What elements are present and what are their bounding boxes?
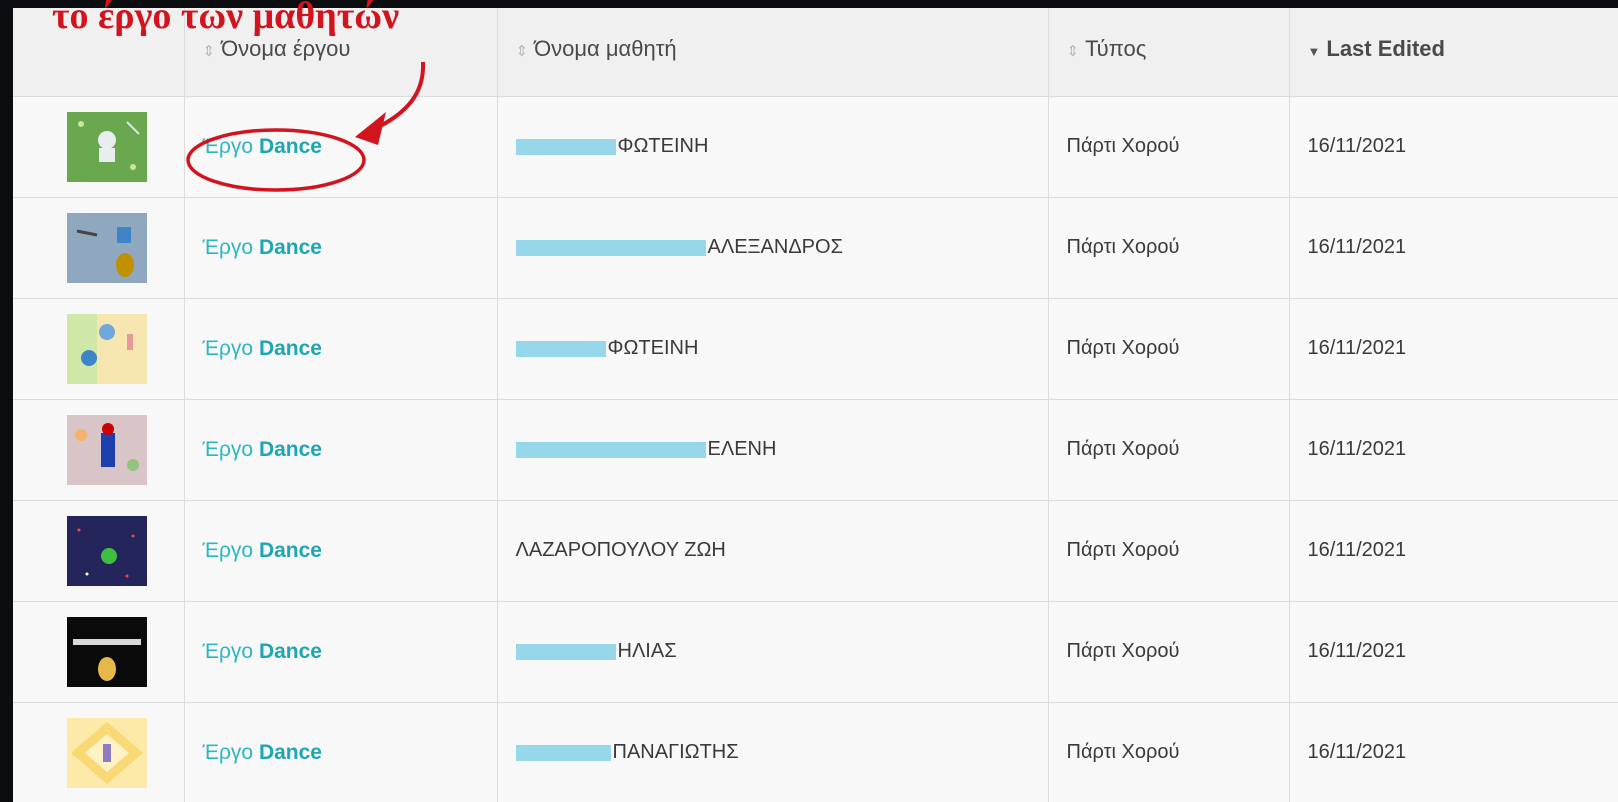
student-name-cell: ΛΑΖΑΡΟΠΟΥΛΟΥ ΖΩΗ bbox=[497, 500, 1049, 602]
thumbnail-cell[interactable] bbox=[13, 399, 185, 501]
student-name: ΗΛΙΑΣ bbox=[617, 640, 677, 662]
project-link-prefix: Έργο bbox=[202, 740, 254, 764]
last-edited-cell: 16/11/2021 bbox=[1289, 96, 1618, 198]
project-name-cell: Έργο Dance bbox=[184, 399, 498, 501]
project-thumbnail[interactable] bbox=[67, 313, 148, 384]
sort-icon: ⇕ bbox=[1066, 42, 1080, 60]
project-thumbnail[interactable] bbox=[67, 111, 148, 182]
student-name: ΑΛΕΞΑΝΔΡΟΣ bbox=[707, 236, 843, 258]
project-link-prefix: Έργο bbox=[202, 336, 254, 360]
projects-table: ⇕ Όνομα έργου ⇕ Όνομα μαθητή ⇕ Τύπος ▼ Last … bbox=[13, 8, 1618, 802]
project-link-suffix: Dance bbox=[258, 134, 322, 158]
last-edited-cell: 16/11/2021 bbox=[1289, 702, 1618, 802]
project-link[interactable]: Έργο Dance bbox=[203, 539, 322, 562]
thumbnail-cell[interactable] bbox=[13, 601, 185, 703]
student-name-column-header[interactable]: ⇕ Όνομα μαθητή bbox=[497, 8, 1049, 97]
type-header-label: Τύπος bbox=[1085, 35, 1147, 61]
annotation-text: το έργο των μαθητών bbox=[52, 0, 400, 37]
project-link[interactable]: Έργο Dance bbox=[203, 337, 322, 360]
redacted-name-block bbox=[515, 744, 611, 761]
sort-descending-icon: ▼ bbox=[1307, 43, 1321, 59]
table-row[interactable]: Έργο Dance ΦΩΤΕΙΝΗ Πάρτι Χορού 16/11/2021 bbox=[13, 96, 1618, 198]
student-name: ΛΑΖΑΡΟΠΟΥΛΟΥ ΖΩΗ bbox=[515, 539, 726, 561]
type-cell: Πάρτι Χορού bbox=[1048, 197, 1290, 299]
project-link[interactable]: Έργο Dance bbox=[203, 741, 322, 764]
student-name-cell: ΦΩΤΕΙΝΗ bbox=[497, 96, 1049, 198]
project-link-prefix: Έργο bbox=[202, 437, 254, 461]
type-cell: Πάρτι Χορού bbox=[1048, 399, 1290, 501]
thumbnail-cell[interactable] bbox=[13, 702, 185, 802]
sort-icon: ⇕ bbox=[515, 42, 529, 60]
last-edited-cell: 16/11/2021 bbox=[1289, 500, 1618, 602]
table-row[interactable]: Έργο Dance ΠΑΝΑΓΙΩΤΗΣ Πάρτι Χορού 16/11/202… bbox=[13, 702, 1618, 802]
type-cell: Πάρτι Χορού bbox=[1048, 601, 1290, 703]
thumbnail-cell[interactable] bbox=[13, 500, 185, 602]
thumbnail-cell[interactable] bbox=[13, 96, 185, 198]
redacted-name-block bbox=[515, 340, 606, 357]
redacted-name-block bbox=[515, 138, 616, 155]
redacted-name-block bbox=[515, 643, 616, 660]
project-name-cell: Έργο Dance bbox=[184, 500, 498, 602]
project-link-suffix: Dance bbox=[258, 740, 322, 764]
project-link-suffix: Dance bbox=[258, 336, 322, 360]
student-name: ΦΩΤΕΙΝΗ bbox=[617, 135, 709, 157]
student-name-cell: ΕΛΕΝΗ bbox=[497, 399, 1049, 501]
last-edited-cell: 16/11/2021 bbox=[1289, 601, 1618, 703]
project-link[interactable]: Έργο Dance bbox=[203, 135, 322, 158]
type-cell: Πάρτι Χορού bbox=[1048, 298, 1290, 400]
project-link-prefix: Έργο bbox=[202, 639, 254, 663]
project-link-suffix: Dance bbox=[258, 235, 322, 259]
project-thumbnail[interactable] bbox=[67, 616, 148, 687]
project-thumbnail[interactable] bbox=[67, 717, 148, 788]
project-name-header-label: Όνομα έργου bbox=[221, 35, 351, 61]
project-thumbnail[interactable] bbox=[67, 212, 148, 283]
type-column-header[interactable]: ⇕ Τύπος bbox=[1048, 8, 1290, 97]
thumbnail-cell[interactable] bbox=[13, 298, 185, 400]
project-name-cell: Έργο Dance bbox=[184, 96, 498, 198]
sort-icon: ⇕ bbox=[202, 42, 216, 60]
last-edited-column-header[interactable]: ▼ Last Edited bbox=[1289, 8, 1618, 97]
table-row[interactable]: Έργο Dance ΛΑΖΑΡΟΠΟΥΛΟΥ ΖΩΗ Πάρτι Χορού 16/… bbox=[13, 500, 1618, 602]
table-row[interactable]: Έργο Dance ΑΛΕΞΑΝΔΡΟΣ Πάρτι Χορού 16/11/202… bbox=[13, 197, 1618, 299]
student-name-cell: ΦΩΤΕΙΝΗ bbox=[497, 298, 1049, 400]
last-edited-header-label: Last Edited bbox=[1326, 35, 1445, 61]
last-edited-cell: 16/11/2021 bbox=[1289, 399, 1618, 501]
redacted-name-block bbox=[515, 441, 706, 458]
thumbnail-cell[interactable] bbox=[13, 197, 185, 299]
project-link-prefix: Έργο bbox=[202, 538, 254, 562]
student-name: ΦΩΤΕΙΝΗ bbox=[607, 337, 699, 359]
project-thumbnail[interactable] bbox=[67, 414, 148, 485]
project-link-prefix: Έργο bbox=[202, 235, 254, 259]
last-edited-cell: 16/11/2021 bbox=[1289, 298, 1618, 400]
project-link-suffix: Dance bbox=[258, 639, 322, 663]
student-name: ΕΛΕΝΗ bbox=[707, 438, 777, 460]
student-name-cell: ΗΛΙΑΣ bbox=[497, 601, 1049, 703]
table-row[interactable]: Έργο Dance ΗΛΙΑΣ Πάρτι Χορού 16/11/2021 bbox=[13, 601, 1618, 703]
type-cell: Πάρτι Χορού bbox=[1048, 702, 1290, 802]
student-name: ΠΑΝΑΓΙΩΤΗΣ bbox=[612, 741, 739, 763]
project-thumbnail[interactable] bbox=[67, 515, 148, 586]
project-link-prefix: Έργο bbox=[202, 134, 254, 158]
project-link[interactable]: Έργο Dance bbox=[203, 438, 322, 461]
type-cell: Πάρτι Χορού bbox=[1048, 96, 1290, 198]
student-name-header-label: Όνομα μαθητή bbox=[534, 35, 677, 61]
project-name-cell: Έργο Dance bbox=[184, 702, 498, 802]
project-link-suffix: Dance bbox=[258, 538, 322, 562]
student-name-cell: ΑΛΕΞΑΝΔΡΟΣ bbox=[497, 197, 1049, 299]
project-link[interactable]: Έργο Dance bbox=[203, 236, 322, 259]
project-name-cell: Έργο Dance bbox=[184, 601, 498, 703]
project-name-cell: Έργο Dance bbox=[184, 298, 498, 400]
project-link[interactable]: Έργο Dance bbox=[203, 640, 322, 663]
table-row[interactable]: Έργο Dance ΦΩΤΕΙΝΗ Πάρτι Χορού 16/11/2021 bbox=[13, 298, 1618, 400]
project-link-suffix: Dance bbox=[258, 437, 322, 461]
projects-panel: ⇕ Όνομα έργου ⇕ Όνομα μαθητή ⇕ Τύπος ▼ Last … bbox=[13, 8, 1618, 802]
type-cell: Πάρτι Χορού bbox=[1048, 500, 1290, 602]
student-name-cell: ΠΑΝΑΓΙΩΤΗΣ bbox=[497, 702, 1049, 802]
table-row[interactable]: Έργο Dance ΕΛΕΝΗ Πάρτι Χορού 16/11/2021 bbox=[13, 399, 1618, 501]
redacted-name-block bbox=[515, 239, 706, 256]
last-edited-cell: 16/11/2021 bbox=[1289, 197, 1618, 299]
project-name-cell: Έργο Dance bbox=[184, 197, 498, 299]
